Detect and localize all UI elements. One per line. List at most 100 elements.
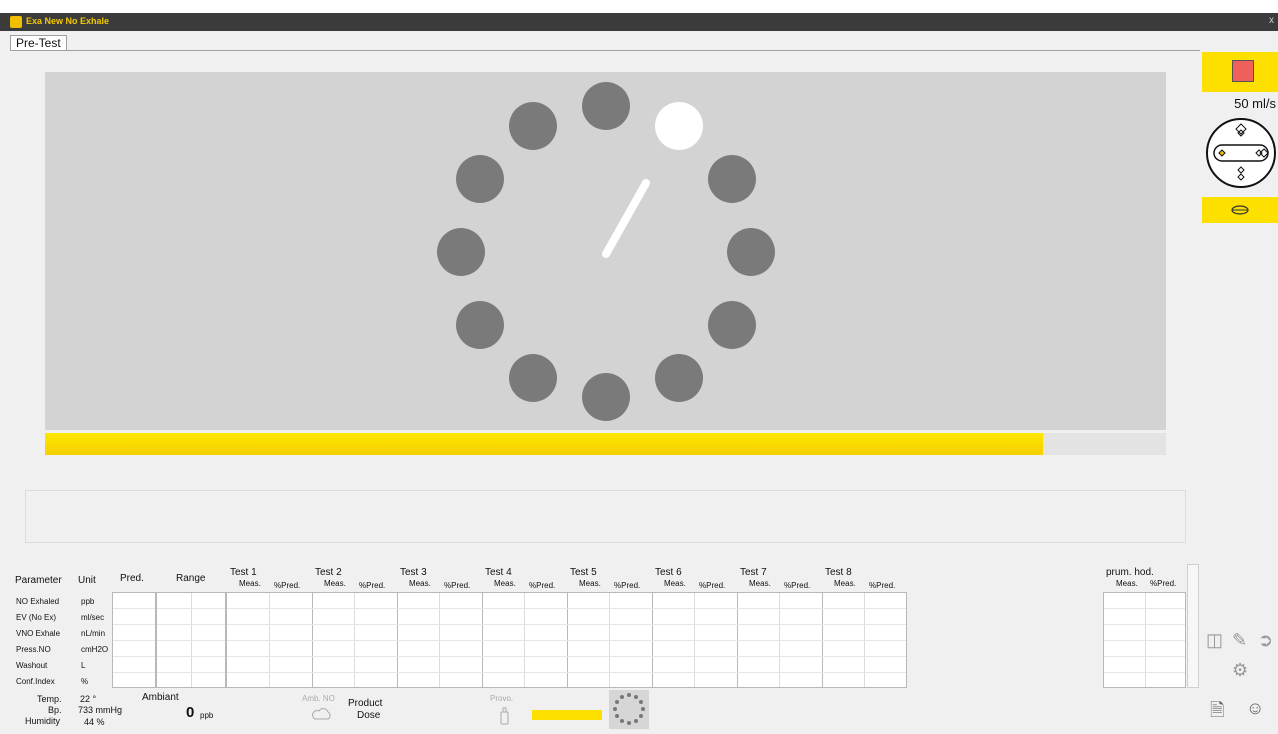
dial-dot	[509, 354, 557, 402]
breathing-animation-panel	[45, 72, 1166, 430]
animation-dial	[437, 82, 775, 421]
col-header-test: Test 8	[825, 567, 852, 578]
humidity-value: 44 %	[84, 717, 105, 727]
col-header-test: Test 3	[400, 567, 427, 578]
tab-bar: Pre-Test	[0, 31, 1200, 51]
col-header-range: Range	[176, 573, 206, 584]
report-icon[interactable]: 🗎	[1210, 698, 1224, 728]
dial-dot	[456, 301, 504, 349]
col-sub-pred: %Pred.	[1150, 579, 1177, 588]
col-sub-meas: Meas.	[834, 579, 856, 588]
humidity-label: Humidity	[25, 716, 61, 726]
dose-label: Dose	[357, 710, 381, 721]
results-table: Parameter Unit Pred. Range Test 1 Meas. …	[10, 560, 1200, 690]
col-header-test: Test 2	[315, 567, 342, 578]
stop-button[interactable]	[1202, 52, 1278, 92]
tab-pre-test[interactable]: Pre-Test	[10, 35, 67, 51]
col-sub-meas: Meas.	[324, 579, 346, 588]
row-label: VNO Exhale	[16, 629, 61, 638]
test-progress-fill	[45, 433, 1043, 455]
col-sub-pred: %Pred.	[274, 581, 301, 590]
tab-divider	[10, 50, 1200, 51]
mouth-icon	[1231, 205, 1249, 215]
title-bar: Exa New No Exhale x	[0, 0, 1278, 31]
edit-icon[interactable]: ✎	[1232, 630, 1247, 651]
row-unit: cmH2O	[81, 645, 109, 654]
col-sub-meas: Meas.	[749, 579, 771, 588]
col-header-unit: Unit	[78, 575, 96, 586]
close-icon[interactable]: x	[1269, 15, 1274, 26]
right-sidebar: 50 ml/s ◫ ✎ ➲ ⚙ 🗎 ☺	[1202, 52, 1278, 729]
col-sub-pred: %Pred.	[444, 581, 471, 590]
col-sub-meas: Meas.	[1116, 579, 1138, 588]
temp-label: Temp.	[37, 694, 62, 704]
row-unit: ml/sec	[81, 613, 105, 622]
col-sub-pred: %Pred.	[699, 581, 726, 590]
test-cells	[226, 592, 907, 688]
dial-dot	[509, 102, 557, 150]
dial-dot	[437, 228, 485, 276]
col-header-test: Test 6	[655, 567, 682, 578]
provo-progress-bar	[532, 710, 602, 720]
table-scrollbar[interactable]	[1187, 564, 1199, 688]
col-header-test: Test 7	[740, 567, 767, 578]
flow-rate-label: 50 ml/s	[1234, 96, 1276, 111]
bp-value: 733 mmHg	[78, 705, 123, 715]
no-reading-unit: ppb	[200, 711, 214, 720]
no-reading-value: 0	[186, 704, 195, 721]
dial-dot	[727, 228, 775, 276]
product-label: Product	[348, 698, 383, 709]
row-label: Washout	[16, 661, 48, 670]
settings-icon[interactable]: ⚙	[1232, 660, 1248, 681]
arrow-icon[interactable]: ➲	[1258, 630, 1273, 651]
provo-label: Provo.	[490, 694, 514, 703]
stop-icon	[1232, 60, 1254, 82]
row-label: Press.NO	[16, 645, 51, 654]
mouthpiece-button[interactable]	[1202, 197, 1278, 223]
dial-dot	[708, 301, 756, 349]
dial-dot	[582, 373, 630, 421]
cloud-icon[interactable]	[310, 707, 332, 721]
temp-value: 22 °	[80, 694, 97, 704]
amb-no-label: Amb. NO	[302, 694, 335, 703]
row-label: EV (No Ex)	[16, 613, 57, 622]
user-icon[interactable]: ☺	[1246, 698, 1264, 719]
col-sub-pred: %Pred.	[614, 581, 641, 590]
test-progress-bar	[45, 433, 1166, 455]
ambiant-label: Ambiant	[142, 692, 179, 703]
bottle-icon[interactable]	[498, 705, 512, 725]
dial-dot-active	[655, 102, 703, 150]
col-sub-meas: Meas.	[664, 579, 686, 588]
col-sub-meas: Meas.	[409, 579, 431, 588]
dial-hand	[602, 179, 650, 258]
dial-dot	[456, 155, 504, 203]
bp-label: Bp.	[48, 705, 62, 715]
row-unit: ppb	[81, 597, 95, 606]
col-header-test: Test 1	[230, 567, 257, 578]
message-box	[25, 490, 1186, 543]
row-label: NO Exhaled	[16, 597, 60, 606]
row-label: Conf.Index	[16, 677, 55, 686]
title-strip	[0, 13, 1278, 31]
col-header-average: prum. hod.	[1106, 567, 1154, 578]
mini-dial-icon	[609, 690, 649, 729]
col-sub-pred: %Pred.	[784, 581, 811, 590]
window-title: Exa New No Exhale	[26, 16, 110, 26]
row-unit: nL/min	[81, 629, 106, 638]
col-sub-pred: %Pred.	[359, 581, 386, 590]
monitor-icon[interactable]: ◫	[1206, 630, 1223, 651]
col-header-test: Test 4	[485, 567, 512, 578]
dial-dot	[582, 82, 630, 130]
col-sub-pred: %Pred.	[869, 581, 896, 590]
average-cells	[1103, 592, 1186, 688]
col-sub-meas: Meas.	[579, 579, 601, 588]
dial-dot	[655, 354, 703, 402]
col-header-pred: Pred.	[120, 573, 144, 584]
col-sub-meas: Meas.	[494, 579, 516, 588]
col-header-parameter: Parameter	[15, 575, 62, 586]
gauge-icon[interactable]	[1204, 116, 1278, 190]
row-unit: %	[81, 677, 89, 686]
col-sub-meas: Meas.	[239, 579, 261, 588]
col-sub-pred: %Pred.	[529, 581, 556, 590]
app-icon	[10, 16, 22, 28]
